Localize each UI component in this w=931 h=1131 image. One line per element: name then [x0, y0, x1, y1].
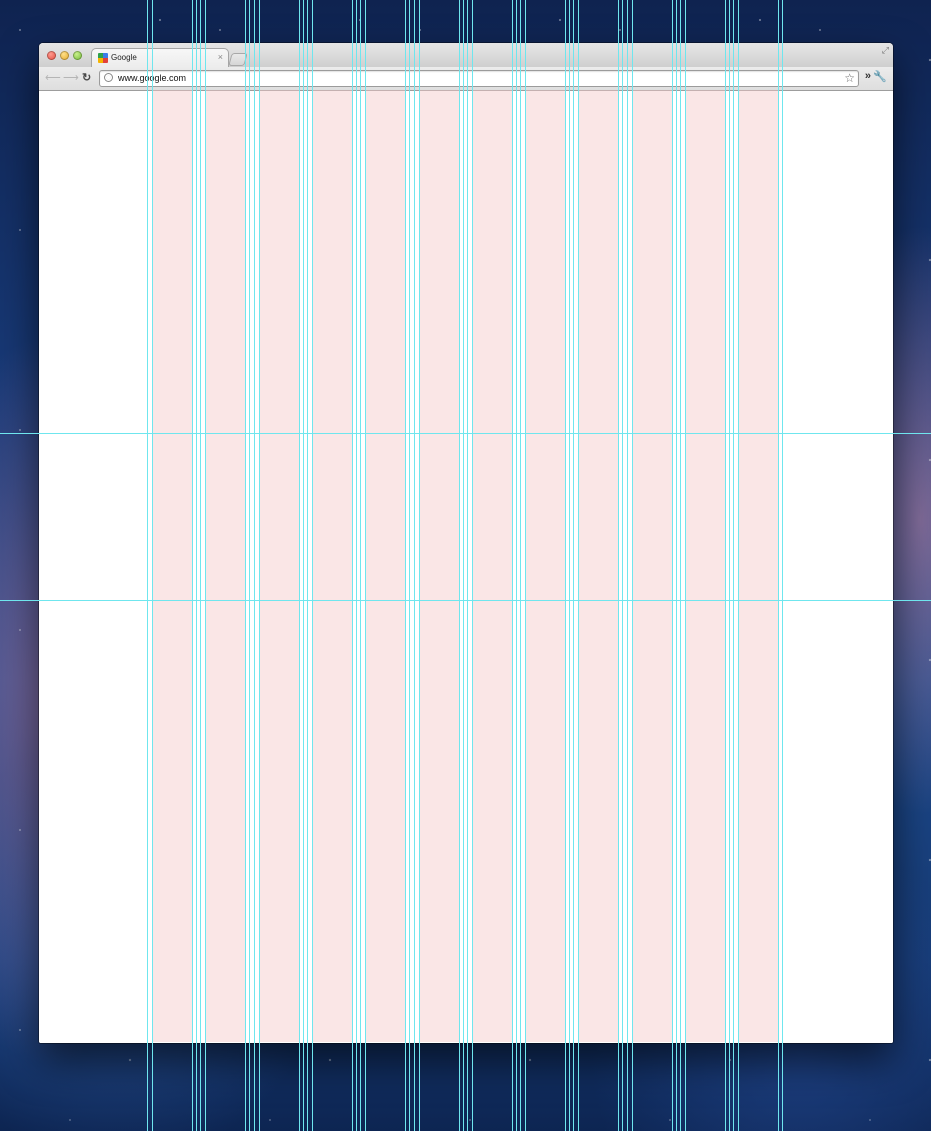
vertical-guide-line — [365, 0, 366, 1131]
vertical-guide-line — [676, 0, 677, 1131]
vertical-guide-line — [573, 0, 574, 1131]
chevron-right-icon[interactable]: » — [865, 70, 871, 82]
vertical-guide-line — [405, 0, 406, 1131]
vertical-guide-line — [409, 0, 410, 1131]
vertical-guide-line — [685, 0, 686, 1131]
close-window-button[interactable] — [47, 51, 56, 60]
vertical-guide-line — [467, 0, 468, 1131]
grid-column — [313, 90, 352, 1042]
vertical-guide-line — [249, 0, 250, 1131]
minimize-window-button[interactable] — [60, 51, 69, 60]
grid-column — [366, 90, 405, 1042]
vertical-guide-line — [205, 0, 206, 1131]
browser-toolbar: ⟵ ⟶ ↻ www.google.com ☆ » 🔧 — [39, 67, 893, 91]
vertical-guide-line — [459, 0, 460, 1131]
tab-google[interactable]: Google × — [91, 48, 229, 68]
vertical-guide-line — [307, 0, 308, 1131]
grid-column — [473, 90, 512, 1042]
vertical-guide-line — [360, 0, 361, 1131]
vertical-guide-line — [299, 0, 300, 1131]
vertical-guide-line — [778, 0, 779, 1131]
vertical-guide-line — [356, 0, 357, 1131]
vertical-guide-line — [419, 0, 420, 1131]
forward-arrow-icon[interactable]: ⟶ — [63, 71, 79, 85]
vertical-guide-line — [578, 0, 579, 1131]
vertical-guide-line — [512, 0, 513, 1131]
vertical-guide-line — [463, 0, 464, 1131]
vertical-guide-line — [472, 0, 473, 1131]
star-icon[interactable]: ☆ — [844, 71, 855, 85]
vertical-guide-line — [414, 0, 415, 1131]
vertical-guide-line — [192, 0, 193, 1131]
tab-close-icon[interactable]: × — [218, 52, 223, 62]
vertical-guide-line — [196, 0, 197, 1131]
tab-title: Google — [111, 53, 137, 62]
vertical-guide-line — [520, 0, 521, 1131]
vertical-guide-line — [632, 0, 633, 1131]
reload-icon[interactable]: ↻ — [82, 71, 91, 85]
vertical-guide-line — [565, 0, 566, 1131]
vertical-guide-line — [782, 0, 783, 1131]
zoom-window-button[interactable] — [73, 51, 82, 60]
grid-column — [739, 90, 778, 1042]
grid-column — [153, 90, 192, 1042]
vertical-guide-line — [254, 0, 255, 1131]
vertical-guide-line — [152, 0, 153, 1131]
vertical-guide-line — [525, 0, 526, 1131]
back-arrow-icon[interactable]: ⟵ — [45, 71, 61, 85]
vertical-guide-line — [259, 0, 260, 1131]
vertical-guide-line — [733, 0, 734, 1131]
vertical-guide-line — [618, 0, 619, 1131]
horizontal-guide-line — [0, 600, 931, 601]
vertical-guide-line — [729, 0, 730, 1131]
tab-strip: Google × ⤢ — [39, 43, 893, 68]
grid-column — [526, 90, 565, 1042]
address-bar[interactable]: www.google.com ☆ — [99, 70, 859, 87]
vertical-guide-line — [622, 0, 623, 1131]
vertical-guide-line — [147, 0, 148, 1131]
vertical-guide-line — [569, 0, 570, 1131]
wrench-icon[interactable]: 🔧 — [873, 70, 887, 83]
vertical-guide-line — [627, 0, 628, 1131]
vertical-guide-line — [738, 0, 739, 1131]
grid-column — [260, 90, 299, 1042]
horizontal-guide-line — [0, 433, 931, 434]
vertical-guide-line — [312, 0, 313, 1131]
vertical-guide-line — [200, 0, 201, 1131]
grid-column — [633, 90, 672, 1042]
vertical-guide-line — [303, 0, 304, 1131]
grid-column — [206, 90, 245, 1042]
vertical-guide-line — [516, 0, 517, 1131]
globe-icon — [104, 73, 113, 82]
google-favicon-icon — [98, 53, 108, 63]
fullscreen-icon[interactable]: ⤢ — [882, 45, 889, 56]
vertical-guide-line — [245, 0, 246, 1131]
vertical-guide-line — [680, 0, 681, 1131]
vertical-guide-line — [352, 0, 353, 1131]
grid-column — [420, 90, 459, 1042]
vertical-guide-line — [672, 0, 673, 1131]
grid-column — [579, 90, 618, 1042]
vertical-guide-line — [725, 0, 726, 1131]
grid-column — [686, 90, 725, 1042]
